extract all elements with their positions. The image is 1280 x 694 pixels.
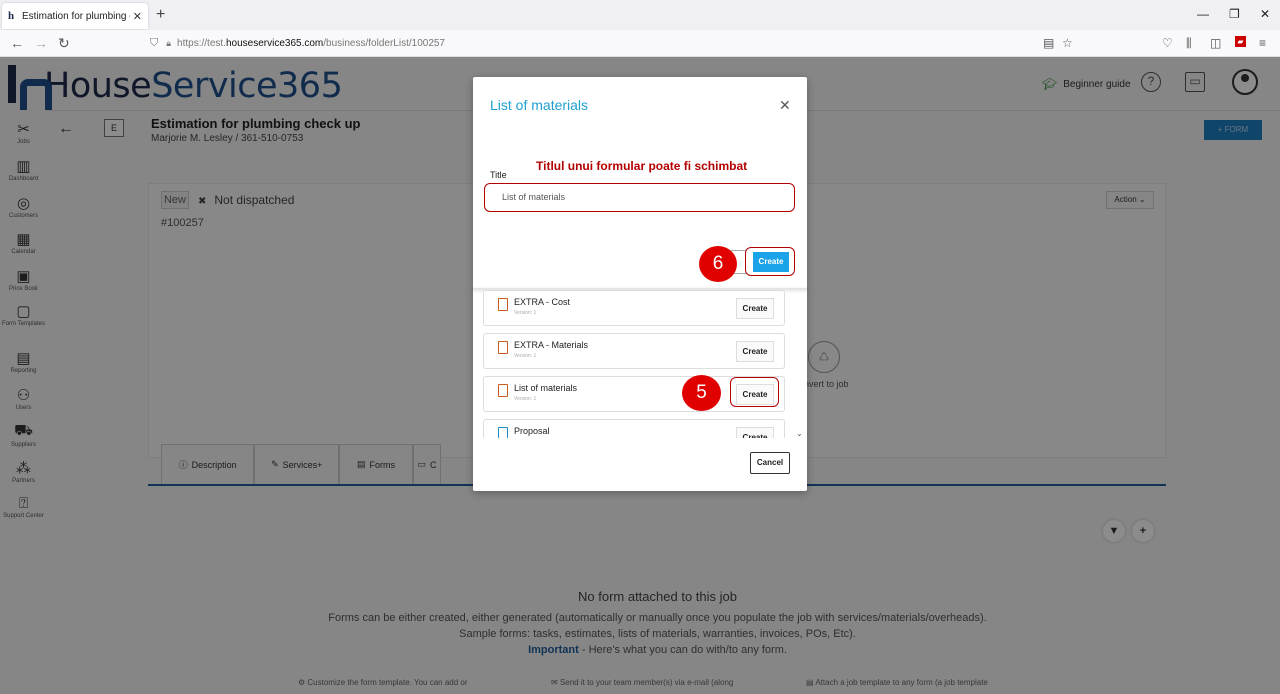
sidebar-toggle-icon[interactable]: ◫	[1210, 36, 1221, 50]
browser-tab-bar: h Estimation for plumbing check up ✕ + —…	[0, 0, 1280, 30]
create-template-button[interactable]: Create	[736, 341, 774, 362]
reader-icon[interactable]: ▤	[1043, 36, 1054, 50]
back-icon[interactable]: ←	[10, 35, 24, 51]
shield-icon: ⛉	[150, 37, 159, 49]
template-name: EXTRA - Cost	[514, 297, 571, 307]
minimize-icon[interactable]: —	[1197, 7, 1209, 21]
title-label: Title	[490, 170, 507, 180]
template-extra-cost: EXTRA - Cost Version: 1 Create	[483, 290, 785, 326]
create-button[interactable]: Create	[753, 252, 789, 272]
list-of-materials-modal: List of materials ✕ Titlul unui formular…	[473, 77, 807, 491]
url-domain: houseservice365.com	[225, 38, 324, 49]
forward-icon[interactable]: →	[34, 35, 48, 51]
create-template-button[interactable]: Create	[736, 298, 774, 319]
create-highlight-5	[730, 377, 779, 407]
step-marker-6: 6	[699, 246, 737, 282]
template-list: EXTRA - Cost Version: 1 Create EXTRA - M…	[483, 290, 797, 438]
close-window-icon[interactable]: ✕	[1260, 7, 1270, 21]
list-scrollbar[interactable]: ⌄	[795, 290, 805, 438]
template-name: Proposal	[514, 426, 550, 436]
template-name: EXTRA - Materials	[514, 340, 589, 350]
restore-icon[interactable]: ❐	[1229, 7, 1240, 21]
create-button-highlight: Create	[745, 247, 795, 276]
url-path: /business/folderList/100257	[323, 38, 445, 49]
cancel-button[interactable]: Cancel	[750, 452, 790, 474]
close-icon[interactable]: ✕	[779, 97, 791, 114]
new-tab-icon[interactable]: +	[156, 6, 165, 24]
favicon-icon: h	[8, 10, 15, 22]
document-icon	[498, 341, 508, 354]
pocket-icon[interactable]: ♡	[1162, 36, 1173, 50]
annotation-text: Titlul unui formular poate fi schimbat	[536, 159, 748, 173]
extension-icon[interactable]: ▰	[1235, 36, 1246, 47]
document-icon	[498, 384, 508, 397]
template-name: List of materials	[514, 383, 578, 393]
create-template-button[interactable]: Create	[736, 427, 774, 438]
bookmark-star-icon[interactable]: ☆	[1062, 36, 1073, 50]
template-version: Version: 1	[514, 353, 537, 359]
template-version: Version: 1	[514, 396, 537, 402]
close-tab-icon[interactable]: ✕	[133, 10, 142, 23]
chevron-down-icon: ⌄	[796, 429, 803, 438]
document-icon	[498, 298, 508, 311]
step-marker-5: 5	[682, 375, 721, 411]
lock-icon: 🔒︎	[166, 38, 172, 48]
template-version: Version: 1	[514, 310, 537, 316]
template-proposal: Proposal Create	[483, 419, 785, 438]
library-icon[interactable]: ⫼	[1186, 36, 1192, 51]
menu-icon[interactable]: ≡	[1259, 36, 1266, 50]
browser-tab[interactable]: h Estimation for plumbing check up ✕	[2, 3, 148, 29]
template-extra-materials: EXTRA - Materials Version: 1 Create	[483, 333, 785, 369]
title-input[interactable]: List of materials	[484, 183, 795, 212]
tab-title: Estimation for plumbing check up	[22, 10, 130, 22]
browser-nav-bar: ← → ↻ ⛉ 🔒︎ https://test. houseservice365.…	[0, 30, 1280, 57]
url-prefix: https://test.	[177, 38, 226, 49]
address-bar[interactable]: ⛉ 🔒︎ https://test. houseservice365.com/bu…	[150, 33, 1085, 54]
document-icon	[498, 427, 508, 438]
modal-title: List of materials	[490, 97, 589, 113]
reload-icon[interactable]: ↻	[58, 35, 70, 52]
